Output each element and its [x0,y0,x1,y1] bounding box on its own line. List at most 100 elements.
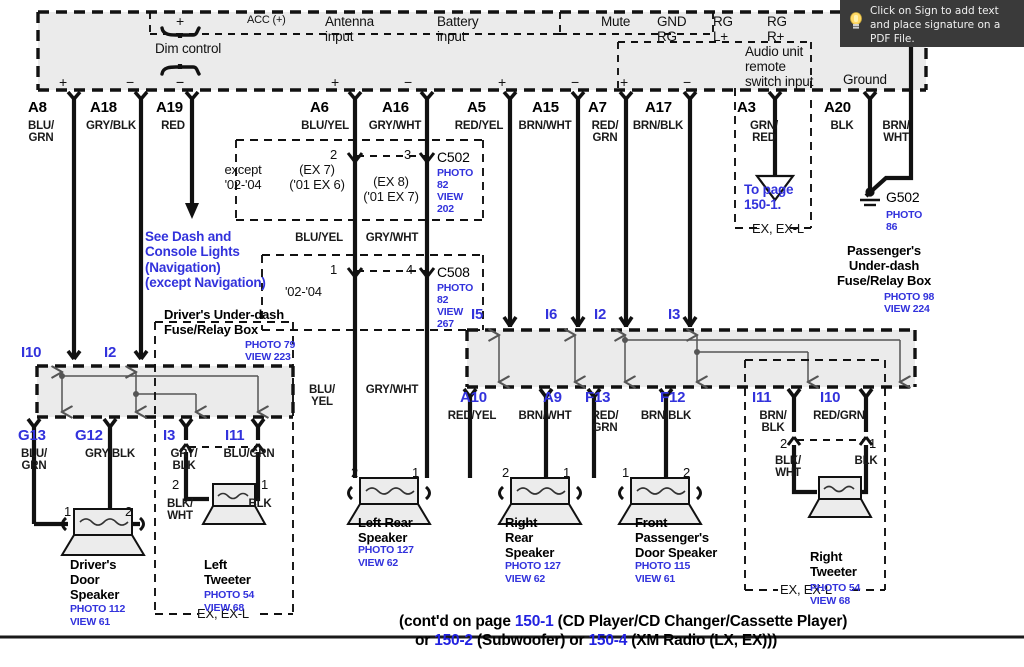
right-tweeter-pin-left: 2 [780,436,788,451]
dim-control-minus: − [176,74,184,90]
terminal-A5: A5 [467,99,486,116]
footer-line-2: or 150-2 (Subwoofer) or 150-4 (XM Radio … [398,616,777,667]
pdf-sign-tooltip[interactable]: Click on Sign to add text and place sign… [840,0,1024,47]
polarity-a5: + [498,74,506,90]
to-page-link[interactable]: To page 150-1. [744,182,794,213]
right-rear-speaker-photo: PHOTO 127 [505,560,561,572]
terminal-A3: A3 [737,99,756,116]
ground-point-id: G502 [886,189,920,205]
left-rear-speaker-view: VIEW 62 [358,557,399,569]
except-02-04-note: except '02-'04 [224,162,262,192]
ground-point-photo: PHOTO 86 [886,209,923,233]
front-passengers-door-speaker-pin-right: 2 [683,465,691,480]
gnd-rg-label: GND RG [657,14,687,45]
c508-pin-right: 4 [406,262,414,277]
terminal-A20: A20 [824,99,851,116]
wire-color-A7: RED/ GRN [591,120,619,145]
left-tweeter-view: VIEW 68 [204,602,245,614]
polarity-a16: − [404,74,412,90]
terminal-A6: A6 [310,99,329,116]
polarity-a18: − [126,74,134,90]
wire-color-A19: RED [161,120,185,132]
battery-input-label: Battery input [437,14,479,45]
footer-line2-b: (Subwoofer) or [472,631,589,649]
wiring-diagram-canvas: .tk{stroke:#111;stroke-width:4.2;fill:no… [0,0,1024,649]
c508-note: '02-'04 [285,284,322,299]
driver-fusebox-photo: PHOTO 79 [245,339,296,351]
footer-line2-ref2[interactable]: 150-4 [588,632,627,649]
left-tweeter-photo: PHOTO 54 [204,589,255,601]
drivers-door-speaker-view: VIEW 61 [70,616,111,628]
wire-color-A15: BRN/WHT [518,120,572,132]
polarity-a7: + [620,74,628,90]
passenger-fusebox-title: Passenger's Under-dash Fuse/Relay Box [836,243,931,288]
footer-line2-a: or [414,631,435,649]
footer-line2-c: (XM Radio (LX, EX))) [627,631,778,649]
wire-color-A3: GRN/ RED [750,120,778,145]
passenger-fusebox-photo: PHOTO 98 [884,291,935,303]
passenger-fusebox-view: VIEW 224 [884,303,930,315]
passenger-wire-I11: BRN/ BLK [759,410,787,435]
passenger-terminal-I2: I2 [594,306,607,323]
passenger-terminal-I11: I11 [752,389,772,406]
right-tweeter-wire-left: BLK/ WHT [774,455,802,480]
rg-r-plus-label: RG R+ [767,14,787,45]
wire-color-A5: RED/YEL [454,120,504,132]
wire-color-A20: BLK [830,120,854,132]
c502-view: VIEW 202 [437,191,464,215]
terminal-A7: A7 [588,99,607,116]
driver-fusebox-view: VIEW 223 [245,351,291,363]
right-rear-speaker-pin-left: 2 [502,465,510,480]
passenger-terminal-A9: A9 [543,389,562,406]
polarity-a8: + [59,74,67,90]
polarity-a17: − [683,74,691,90]
drivers-door-speaker-pin-right: 2 [125,504,133,519]
footer-line2-ref1[interactable]: 150-2 [434,632,473,649]
front-passengers-door-speaker-view: VIEW 61 [635,573,676,585]
right-tweeter-photo: PHOTO 54 [810,582,861,594]
passenger-terminal-I3: I3 [668,306,681,323]
driver-terminal-I2: I2 [104,344,117,361]
wire-label-blu-yel-low: BLU/ YEL [308,384,336,409]
c502-note-right: (EX 8) ('01 EX 7) [363,174,419,204]
wire-label-gry-wht-mid: GRY/WHT [365,232,419,244]
passenger-terminal-A10: A10 [460,389,487,406]
passenger-wire-A9: BRN/WHT [518,410,572,422]
passenger-wire-A10: RED/YEL [447,410,497,422]
terminal-A19: A19 [156,99,183,116]
passenger-wire-I10: RED/GRN [813,410,865,422]
wire-color-A18: GRY/BLK [86,120,136,132]
driver-wire-I11: BLU/GRN [223,448,275,460]
mute-label: Mute [601,14,631,29]
see-dash-console-lights-link[interactable]: See Dash and Console Lights (Navigation)… [145,229,266,291]
c502-name: C502 [437,149,470,165]
wire-color-A20-brn-wht: BRN/ WHT [882,120,910,145]
c508-photo: PHOTO 82 [437,282,474,306]
c502-pin-left: 2 [330,147,338,162]
c502-photo: PHOTO 82 [437,167,474,191]
left-rear-speaker-photo: PHOTO 127 [358,544,414,556]
acc-label: ACC (+) [247,14,286,26]
c502-pin-right: 3 [404,147,412,162]
terminal-A8: A8 [28,99,47,116]
wire-label-gry-wht-low: GRY/WHT [365,384,419,396]
wire-color-A6: BLU/YEL [301,120,349,132]
left-tweeter-wire-left: BLK/ WHT [166,498,194,523]
terminal-A17: A17 [645,99,672,116]
ex-exl-right-top: EX, EX-L [752,221,804,236]
drivers-door-speaker-label: Driver's Door Speaker [70,557,120,602]
dim-control-plus: + [176,13,184,29]
passenger-wire-F12: BRN/BLK [640,410,692,422]
dim-control-label: Dim control [155,41,222,56]
wire-color-A16: GRY/WHT [368,120,422,132]
drivers-door-speaker-photo: PHOTO 112 [70,603,126,615]
ground-label: Ground [843,72,887,87]
left-rear-speaker-pin-left: 2 [351,465,359,480]
remote-switch-input-label: Audio unit remote switch input [745,44,814,90]
terminal-A16: A16 [382,99,409,116]
wire-color-A8: BLU/ GRN [27,120,55,145]
left-tweeter-pin-left: 2 [172,477,180,492]
passenger-terminal-F12: F12 [660,389,686,406]
terminal-A18: A18 [90,99,117,116]
right-tweeter-wire-right: BLK [854,455,878,467]
